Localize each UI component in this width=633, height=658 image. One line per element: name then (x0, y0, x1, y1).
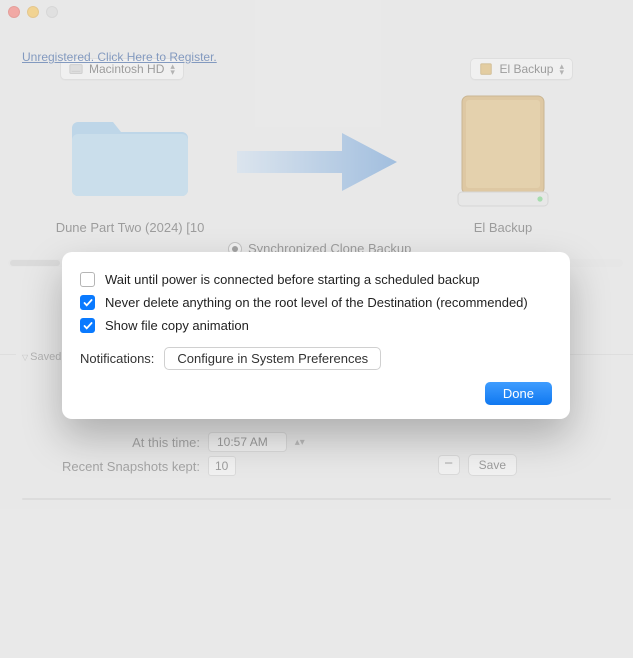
notifications-label: Notifications: (80, 351, 154, 366)
options-modal: Wait until power is connected before sta… (62, 252, 570, 419)
option-never-delete-row[interactable]: Never delete anything on the root level … (80, 291, 552, 314)
notifications-row: Notifications: Configure in System Prefe… (80, 347, 552, 370)
option-wait-power-row[interactable]: Wait until power is connected before sta… (80, 268, 552, 291)
option-wait-power-label: Wait until power is connected before sta… (105, 272, 480, 287)
option-show-animation-label: Show file copy animation (105, 318, 249, 333)
checkbox-checked-icon[interactable] (80, 295, 95, 310)
done-button[interactable]: Done (485, 382, 552, 405)
option-show-animation-row[interactable]: Show file copy animation (80, 314, 552, 337)
checkbox-checked-icon[interactable] (80, 318, 95, 333)
option-never-delete-label: Never delete anything on the root level … (105, 295, 528, 310)
configure-notifications-button[interactable]: Configure in System Preferences (164, 347, 381, 370)
checkbox-unchecked-icon[interactable] (80, 272, 95, 287)
